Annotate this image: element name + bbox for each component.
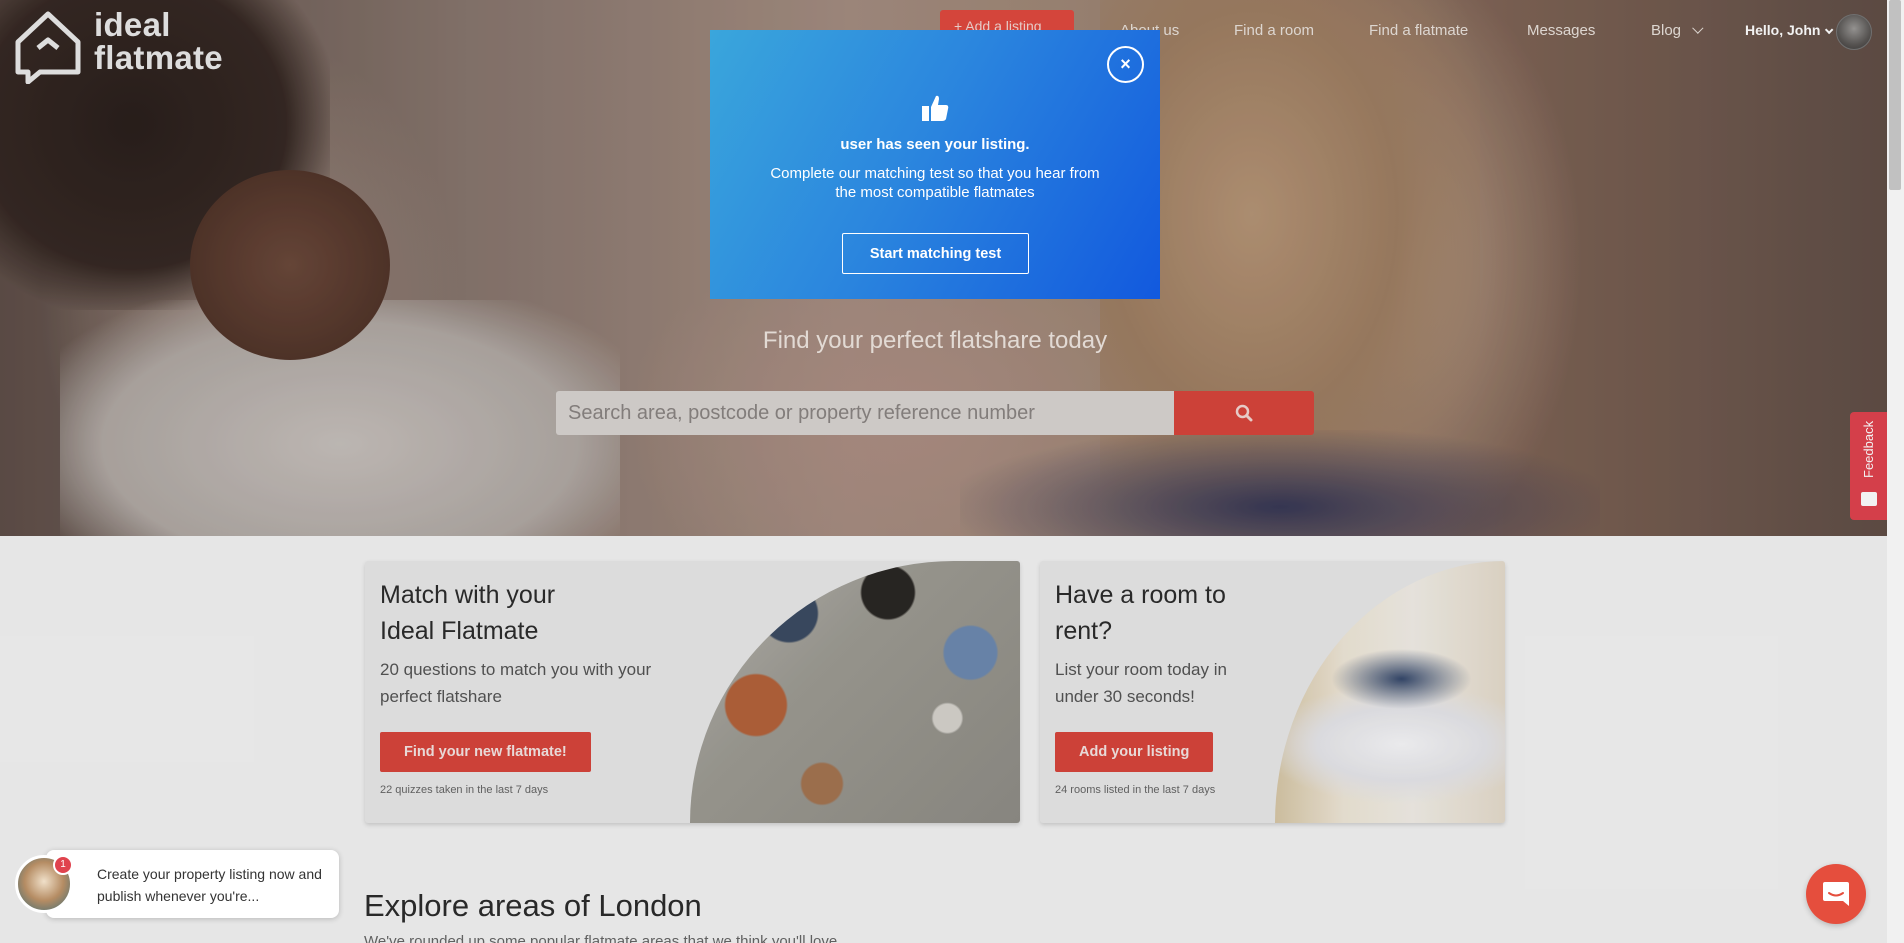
chat-prompt-bubble[interactable]: Create your property listing now and pub… [46, 850, 339, 918]
modal-body: Complete our matching test so that you h… [770, 165, 1100, 201]
chat-launcher-button[interactable] [1806, 864, 1866, 924]
matching-test-modal: × user has seen your listing. Complete o… [710, 30, 1160, 299]
notification-badge: 1 [53, 855, 73, 875]
chat-prompt-line-2: publish whenever you're... [97, 888, 260, 904]
chat-icon [1823, 882, 1849, 906]
close-button[interactable]: × [1107, 46, 1144, 83]
chat-prompt-text: Create your property listing now and pub… [97, 863, 332, 907]
thumbs-up-icon [922, 95, 949, 121]
modal-heading: user has seen your listing. [840, 136, 1030, 153]
start-matching-test-button[interactable]: Start matching test [842, 233, 1029, 274]
scrollbar-thumb[interactable] [1889, 0, 1901, 190]
chat-prompt-line-1: Create your property listing now and [97, 866, 322, 882]
